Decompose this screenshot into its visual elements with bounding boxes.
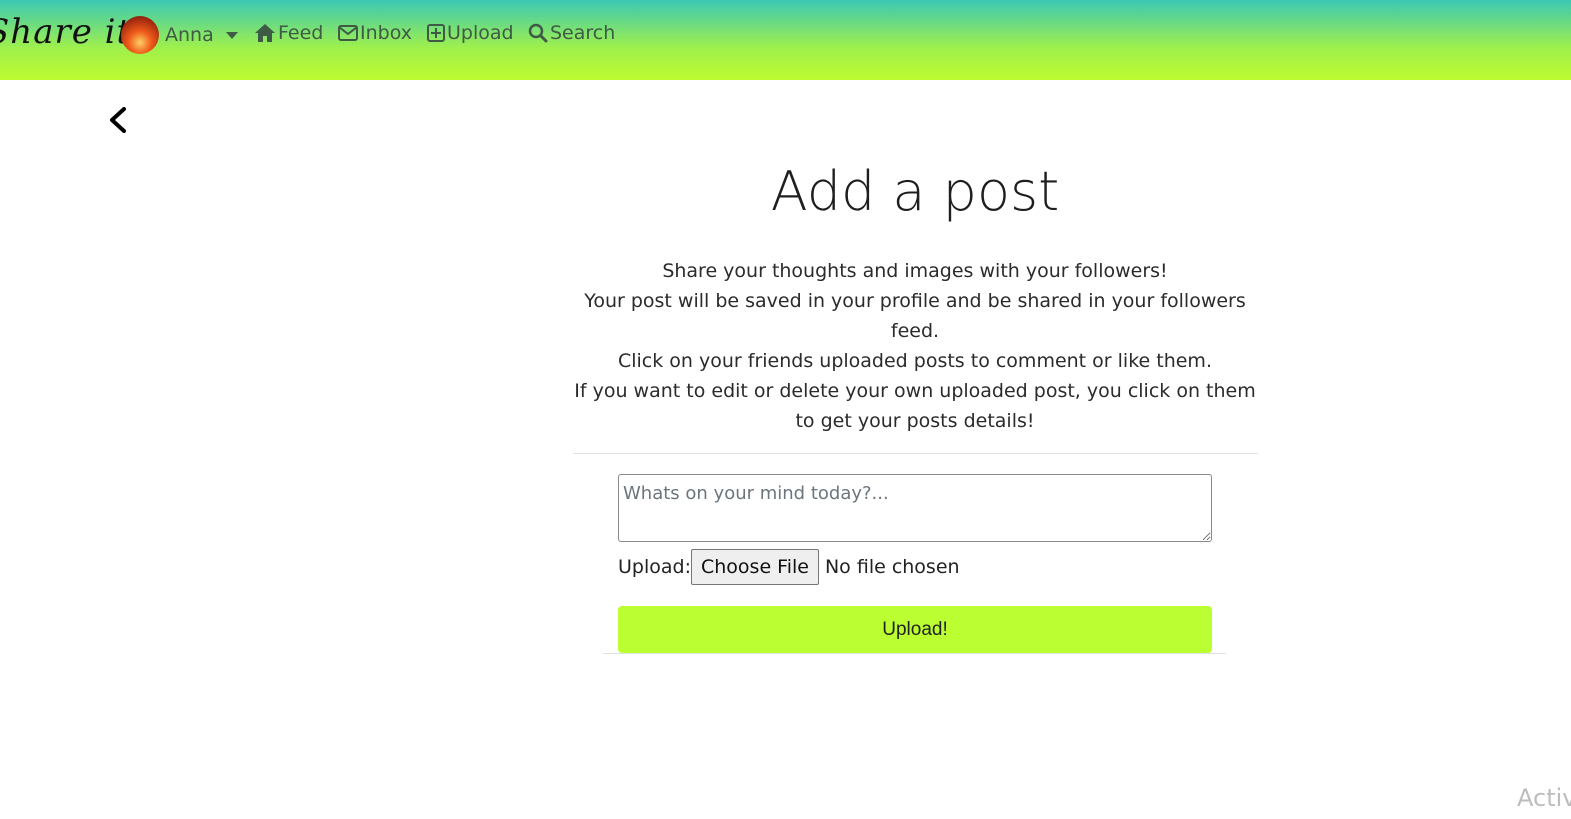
post-text-input[interactable]: [618, 474, 1212, 542]
nav-link-feed[interactable]: Feed: [254, 20, 323, 46]
description-line: Your post will be saved in your profile …: [584, 290, 1246, 342]
nav-link-search[interactable]: Search: [528, 20, 615, 46]
search-icon: [528, 23, 548, 43]
nav-label-upload: Upload: [447, 22, 514, 44]
chevron-down-icon: [225, 31, 238, 39]
user-name: Anna: [165, 24, 214, 46]
back-button[interactable]: [104, 104, 132, 136]
envelope-icon: [338, 25, 358, 41]
home-icon: [255, 24, 275, 42]
nav-link-upload[interactable]: Upload: [427, 20, 514, 46]
divider: [573, 453, 1258, 454]
top-navbar: Share it Anna Feed Inbox Upload Search: [0, 0, 1571, 80]
page-title: Add a post: [770, 160, 1060, 223]
nav-label-search: Search: [550, 22, 616, 44]
nav-label-inbox: Inbox: [360, 22, 412, 44]
divider: [603, 653, 1226, 654]
upload-submit-button[interactable]: Upload!: [618, 606, 1212, 653]
file-status: No file chosen: [824, 556, 960, 578]
avatar: [121, 16, 159, 54]
upload-label: Upload:: [618, 556, 691, 578]
file-upload-row: Upload: Choose File No file chosen: [618, 549, 960, 585]
description-line: Click on your friends uploaded posts to …: [617, 350, 1212, 372]
page-description: Share your thoughts and images with your…: [573, 256, 1257, 436]
nav-label-feed: Feed: [278, 22, 324, 44]
chevron-left-icon: [110, 107, 126, 133]
description-line: If you want to edit or delete your own u…: [574, 380, 1256, 432]
activation-watermark: Activ: [1517, 784, 1571, 812]
nav-link-inbox[interactable]: Inbox: [338, 20, 412, 46]
plus-square-icon: [427, 24, 445, 42]
description-line: Share your thoughts and images with your…: [662, 260, 1168, 282]
choose-file-button[interactable]: Choose File: [690, 549, 819, 585]
brand-logo[interactable]: Share it: [0, 12, 131, 52]
user-dropdown[interactable]: Anna: [121, 16, 238, 54]
